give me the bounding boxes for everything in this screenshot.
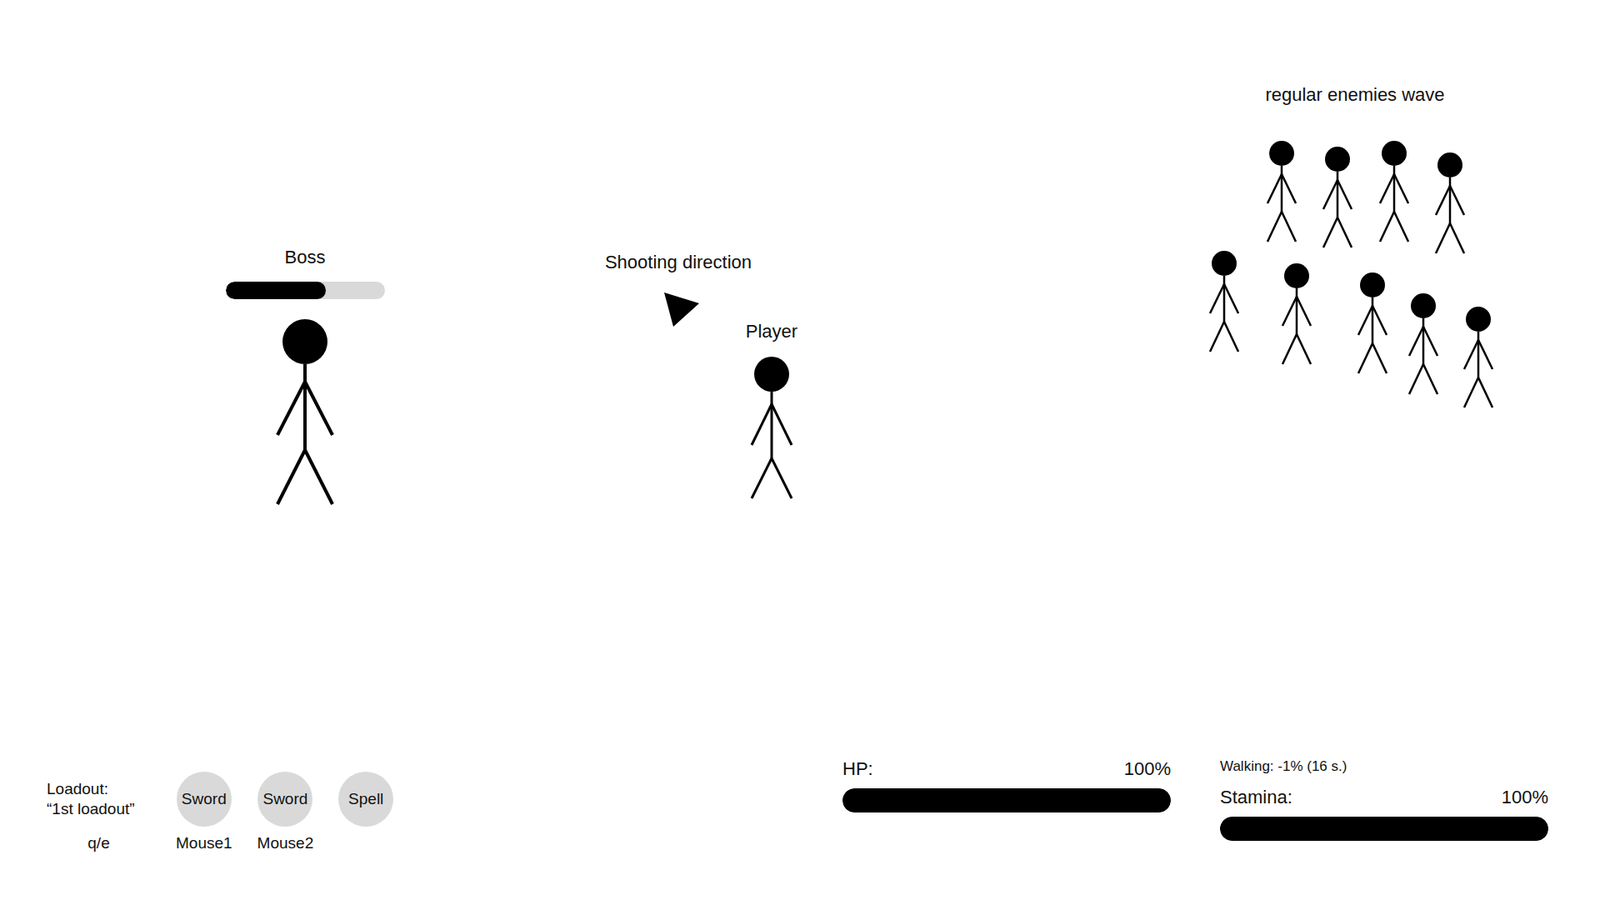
slot-circle[interactable]: Sword bbox=[176, 771, 232, 827]
enemy-figure-icon bbox=[1320, 145, 1355, 250]
stamina-value: 100% bbox=[1501, 785, 1549, 810]
slot-circle[interactable]: Sword bbox=[257, 771, 313, 827]
hp-fill bbox=[842, 788, 1171, 813]
shooting-direction-arrow-icon bbox=[658, 287, 709, 338]
hp-value: 100% bbox=[1124, 757, 1171, 781]
slot-label: Sword bbox=[262, 790, 308, 809]
player-label: Player bbox=[745, 320, 798, 344]
boss-label: Boss bbox=[285, 245, 326, 270]
slot-key: Mouse1​ bbox=[175, 833, 233, 854]
loadout-info: Loadout:“1st loadout” q/e bbox=[46, 771, 151, 854]
stamina-bar bbox=[1220, 816, 1549, 841]
enemy-figure-icon bbox=[1207, 250, 1241, 354]
hp-label: HP: bbox=[842, 757, 874, 781]
enemy-figure-icon bbox=[1355, 271, 1390, 375]
boss: Boss bbox=[213, 245, 397, 507]
shooting-direction-label: Shooting direction bbox=[595, 250, 762, 275]
slot-label: Spell bbox=[348, 790, 384, 809]
slot-label: Sword bbox=[181, 790, 227, 809]
player: Player bbox=[721, 320, 822, 500]
stamina-label: Stamina: bbox=[1220, 785, 1293, 810]
loadout-name: “1st loadout” bbox=[46, 799, 135, 820]
loadout-switch-key: q/e bbox=[87, 833, 110, 854]
slot-key: Mouse2​ bbox=[257, 833, 315, 854]
enemy-figure-icon bbox=[1461, 305, 1495, 410]
loadout-slot[interactable]: Sword Mouse1​ bbox=[175, 771, 233, 854]
loadout-slot[interactable]: Spell​ bbox=[338, 771, 394, 854]
enemy-figure-icon bbox=[1265, 140, 1299, 244]
slot-circle[interactable]: Spell bbox=[338, 771, 394, 827]
game-world: Boss Shooting direction Player regular enem… bbox=[0, 0, 1600, 758]
boss-health-fill bbox=[225, 281, 326, 300]
stamina-effect: Walking: -1% (16 s.) bbox=[1220, 757, 1549, 776]
loadout-slot[interactable]: Sword Mouse2​ bbox=[257, 771, 315, 854]
hp-meter: HP: 100% bbox=[842, 757, 1171, 841]
enemy-figure-icon bbox=[1406, 292, 1440, 396]
loadout: Loadout:“1st loadout”q/eSwordMouse1​Swor… bbox=[46, 771, 394, 854]
stamina-meter: Walking: -1% (16 s.) Stamina: 100% bbox=[1220, 757, 1549, 841]
enemy-figure-icon bbox=[1280, 262, 1314, 366]
player-figure-icon bbox=[746, 356, 797, 500]
hp-bar bbox=[842, 788, 1171, 813]
boss-figure-icon bbox=[271, 319, 339, 507]
loadout-label: Loadout: bbox=[46, 779, 135, 800]
hud: Loadout:“1st loadout”q/eSwordMouse1​Swor… bbox=[0, 757, 1600, 900]
stamina-fill bbox=[1220, 816, 1549, 841]
game-screen: Boss Shooting direction Player regular enem… bbox=[0, 0, 1600, 900]
boss-health-bar bbox=[225, 281, 385, 300]
meters: HP: 100% Walking: -1% (16 s.) Stamina: 100% bbox=[842, 757, 1549, 841]
enemy-wave-label: regular enemies wave bbox=[1230, 83, 1480, 107]
enemy-figure-icon bbox=[1377, 140, 1411, 244]
enemy-figure-icon bbox=[1433, 151, 1467, 255]
